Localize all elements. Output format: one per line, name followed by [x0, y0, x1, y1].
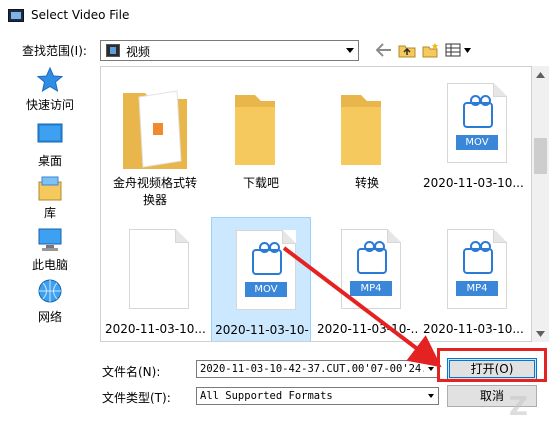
file-list[interactable]: 金舟视频格式转换器 下载吧 转换 MOV 2020-11-03-10... 20…: [100, 66, 532, 342]
cancel-button-label: 取消: [479, 389, 504, 403]
new-folder-icon: [422, 43, 438, 58]
file-item[interactable]: MOV 2020-11-03-10...: [423, 71, 523, 213]
up-folder-icon: [398, 45, 416, 58]
look-in-label: 查找范围(I):: [22, 44, 87, 58]
app-icon: [8, 9, 24, 22]
place-network[interactable]: 网络: [8, 278, 92, 330]
place-quick-access[interactable]: 快速访问: [8, 66, 92, 118]
place-label: 快速访问: [25, 98, 74, 112]
scroll-down-icon[interactable]: [532, 325, 549, 342]
folder-app-icon: [123, 90, 187, 169]
place-this-pc[interactable]: 此电脑: [8, 226, 92, 278]
file-name: 2020-11-03-10-...: [317, 322, 417, 336]
file-item[interactable]: MP4 2020-11-03-10...: [423, 217, 523, 341]
look-in-value: 视频: [126, 45, 151, 59]
places-bar: 快速访问 桌面 库 此电脑 网络: [8, 66, 92, 346]
place-label: 桌面: [37, 154, 62, 168]
file-type-tag: MP4: [456, 281, 498, 296]
video-file-icon: MP4: [341, 229, 401, 309]
folder-icon: [235, 95, 275, 165]
file-type-tag: MOV: [456, 135, 498, 150]
filetype-label: 文件类型(T):: [102, 391, 171, 405]
video-file-icon: MOV: [447, 83, 507, 163]
place-label: 库: [43, 206, 56, 220]
desktop-icon: [37, 123, 63, 143]
look-in-combo[interactable]: 视频: [100, 40, 359, 61]
scroll-up-icon[interactable]: [532, 66, 549, 83]
star-icon: [36, 66, 64, 93]
folder-icon: [341, 95, 381, 165]
file-item[interactable]: 下载吧: [211, 71, 311, 213]
view-menu-button[interactable]: [444, 40, 474, 60]
back-arrow-icon: [376, 43, 391, 57]
filename-value: 2020-11-03-10-42-37.CUT.00'07-00'24.m: [200, 363, 434, 375]
chevron-down-icon[interactable]: [341, 41, 358, 60]
file-item[interactable]: 2020-11-03-10...: [105, 217, 205, 341]
file-name: 下载吧: [242, 176, 279, 190]
folder-video-icon: [106, 44, 120, 57]
file-name: 金舟视频格式转换器: [112, 176, 197, 207]
title-bar: Select Video File: [0, 0, 557, 32]
file-item[interactable]: 金舟视频格式转换器: [105, 71, 205, 213]
new-folder-button[interactable]: [420, 40, 442, 60]
library-icon: [38, 176, 62, 201]
file-name: 2020-11-03-10...: [423, 322, 523, 336]
file-name: 2020-11-03-10...: [423, 176, 523, 190]
file-type-tag: MP4: [350, 281, 392, 296]
filetype-select[interactable]: All Supported Formats: [196, 387, 439, 405]
highlight-box: [437, 348, 547, 382]
vertical-scrollbar[interactable]: [532, 66, 549, 342]
place-label: 网络: [37, 310, 62, 324]
computer-icon: [38, 228, 62, 251]
video-file-icon: MP4: [447, 229, 507, 309]
place-library[interactable]: 库: [8, 174, 92, 226]
file-item[interactable]: MP4 2020-11-03-10-...: [317, 217, 417, 341]
back-button[interactable]: [373, 40, 395, 60]
video-file-icon: MOV: [236, 230, 296, 310]
watermark-icon: Z: [509, 392, 528, 422]
chevron-down-icon[interactable]: [424, 361, 438, 377]
window-title: Select Video File: [31, 8, 130, 22]
place-label: 此电脑: [31, 258, 68, 272]
chevron-down-icon[interactable]: [424, 388, 438, 404]
blank-file-icon: [129, 229, 189, 309]
network-icon: [38, 279, 62, 303]
file-type-tag: MOV: [245, 282, 287, 297]
up-folder-button[interactable]: [396, 40, 418, 60]
file-name: 2020-11-03-10...: [105, 322, 205, 336]
filename-input[interactable]: 2020-11-03-10-42-37.CUT.00'07-00'24.m: [196, 360, 439, 378]
filetype-value: All Supported Formats: [200, 390, 333, 402]
place-desktop[interactable]: 桌面: [8, 122, 92, 174]
file-name: 2020-11-03-10-42-37.CUT.00'07-0: [215, 323, 309, 341]
scroll-thumb[interactable]: [534, 138, 547, 174]
file-item[interactable]: 转换: [317, 71, 417, 213]
file-name: 转换: [354, 176, 379, 190]
view-menu-icon: [445, 43, 471, 57]
filename-label: 文件名(N):: [102, 365, 161, 379]
file-item-selected[interactable]: MOV 2020-11-03-10-42-37.CUT.00'07-0: [211, 217, 311, 341]
